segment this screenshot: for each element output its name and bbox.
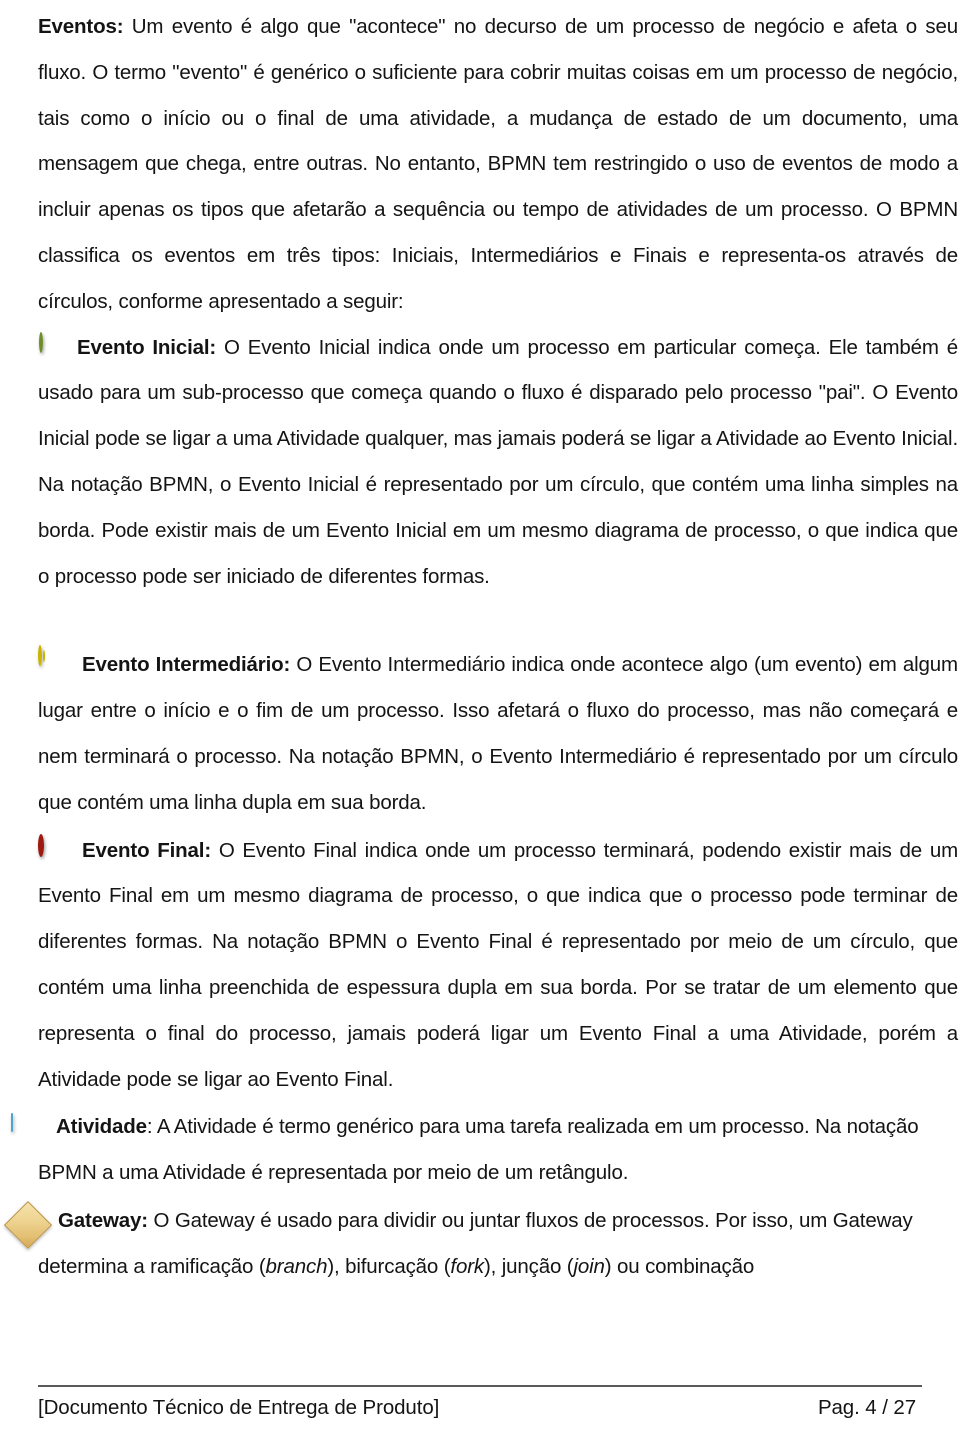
red-circle-shape — [38, 833, 44, 857]
green-circle-shape — [39, 331, 43, 353]
gateway-icon — [3, 1200, 53, 1264]
atividade-text: : A Atividade é termo genérico para uma … — [38, 1115, 919, 1185]
gateway-term-fork: fork — [450, 1254, 484, 1278]
paragraph-evento-intermediario: Evento Intermediário: O Evento Intermedi… — [38, 642, 958, 825]
footer-divider — [38, 1385, 922, 1387]
end-event-icon — [38, 833, 44, 857]
start-event-icon — [39, 331, 43, 353]
bullet-block-gateway: Gateway: O Gateway é usado para dividir … — [3, 1198, 958, 1290]
gateway-label: Gateway: — [58, 1208, 148, 1232]
footer-page-number: Pag. 4 / 27 — [817, 1396, 916, 1419]
gateway-term-join: join — [573, 1254, 605, 1278]
bullet-block-atividade: Atividade: A Atividade é termo genérico … — [11, 1104, 958, 1196]
bullet-block-evento-intermediario: Evento Intermediário: O Evento Intermedi… — [38, 642, 958, 825]
evento-final-text: O Evento Final indica onde um processo t… — [38, 838, 958, 1091]
evento-intermediario-text: O Evento Intermediário indica onde acont… — [38, 653, 958, 814]
gateway-text-part3: ), junção ( — [483, 1254, 574, 1278]
evento-intermediario-label: Evento Intermediário: — [82, 653, 291, 677]
bullet-block-evento-inicial: Evento Inicial: O Evento Inicial indica … — [38, 325, 958, 600]
gateway-text-part2: ), bifurcação ( — [327, 1254, 451, 1278]
gateway-icon-wrap — [3, 1200, 53, 1249]
gateway-term-branch: branch — [265, 1254, 328, 1278]
eventos-heading-label: Eventos: — [38, 15, 124, 38]
page-footer: [Documento Técnico de Entrega de Produto… — [38, 1385, 922, 1420]
page-content: Eventos: Um evento é algo que "acontece"… — [3, 4, 958, 1290]
document-page: Eventos: Um evento é algo que "acontece"… — [0, 0, 960, 1446]
evento-final-label: Evento Final: — [82, 838, 212, 862]
paragraph-evento-inicial: Evento Inicial: O Evento Inicial indica … — [38, 325, 958, 600]
yellow-double-circle-shape — [38, 645, 42, 667]
intermediate-event-icon — [38, 645, 42, 667]
atividade-label: Atividade — [56, 1115, 147, 1139]
gateway-text-part4: ) ou combinação — [604, 1254, 755, 1278]
blue-rounded-rectangle-shape — [11, 1113, 13, 1133]
eventos-intro-text: Um evento é algo que "acontece" no decur… — [38, 15, 958, 313]
paragraph-gateway: Gateway: O Gateway é usado para dividir … — [38, 1198, 958, 1290]
evento-inicial-label: Evento Inicial: — [77, 335, 217, 359]
footer-document-label: [Documento Técnico de Entrega de Produto… — [38, 1396, 440, 1419]
bullet-block-evento-final: Evento Final: O Evento Final indica onde… — [38, 828, 958, 1103]
activity-icon — [11, 1113, 13, 1133]
footer-row: [Documento Técnico de Entrega de Produto… — [38, 1396, 922, 1420]
paragraph-eventos-intro: Eventos: Um evento é algo que "acontece"… — [38, 4, 958, 325]
gold-diamond-shape — [3, 1200, 53, 1249]
evento-inicial-text: O Evento Inicial indica onde um processo… — [38, 335, 958, 588]
paragraph-evento-final: Evento Final: O Evento Final indica onde… — [38, 828, 958, 1103]
paragraph-atividade: Atividade: A Atividade é termo genérico … — [38, 1104, 958, 1196]
